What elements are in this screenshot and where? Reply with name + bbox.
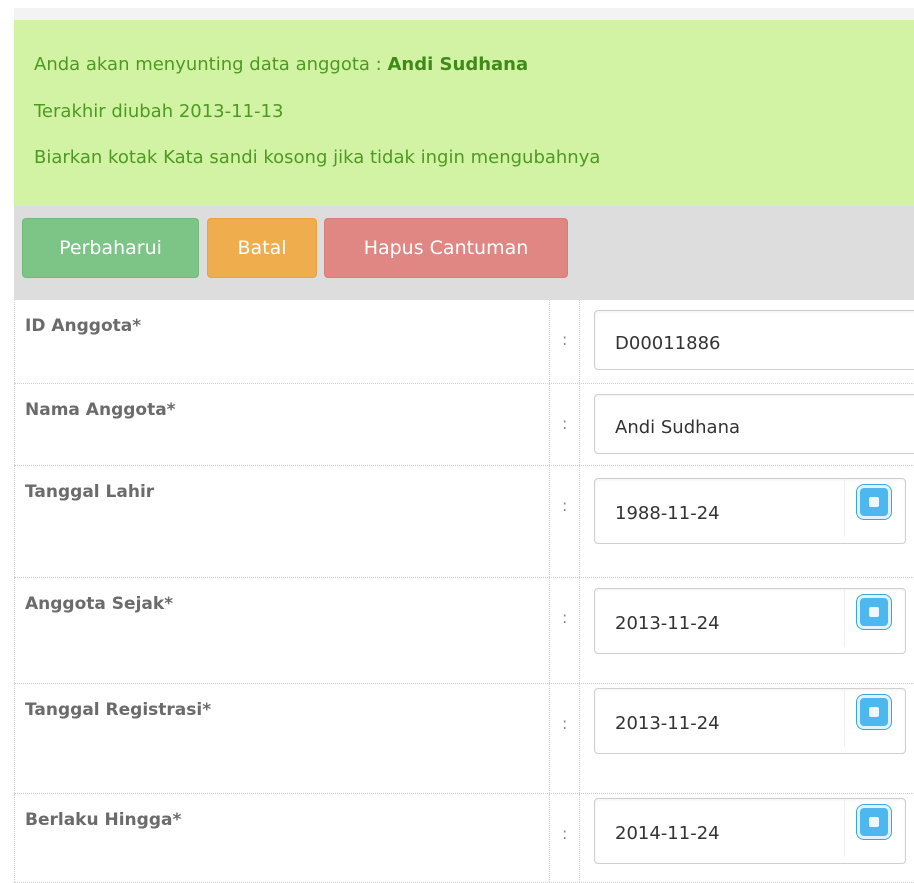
member-name: Andi Sudhana	[387, 54, 529, 75]
separator: :	[562, 824, 568, 843]
registration-date-input[interactable]: 2013-11-24	[595, 689, 845, 747]
separator-cell: :	[550, 300, 580, 383]
separator: :	[562, 714, 568, 733]
birth-date-field: 1988-11-24	[594, 478, 906, 544]
label-cell: ID Anggota*	[14, 300, 550, 383]
edit-notice: Anda akan menyunting data anggota : Andi…	[14, 20, 914, 206]
form-row-registration-date: Tanggal Registrasi* : 2013-11-24	[14, 684, 914, 794]
label-cell: Tanggal Registrasi*	[14, 684, 550, 793]
separator: :	[562, 496, 568, 515]
valid-until-field: 2014-11-24	[594, 798, 906, 864]
separator-cell: :	[550, 794, 580, 882]
valid-until-label: Berlaku Hingga*	[25, 810, 182, 830]
valid-until-input[interactable]: 2014-11-24	[595, 799, 845, 857]
separator-cell: :	[550, 384, 580, 465]
separator: :	[562, 608, 568, 627]
delete-record-button[interactable]: Hapus Cantuman	[324, 218, 568, 278]
member-edit-page: Anda akan menyunting data anggota : Andi…	[0, 0, 914, 883]
member-id-field[interactable]: D00011886	[594, 310, 914, 370]
top-divider	[14, 8, 914, 20]
registration-date-label: Tanggal Registrasi*	[25, 700, 212, 720]
update-button[interactable]: Perbaharui	[22, 218, 199, 278]
label-cell: Anggota Sejak*	[14, 578, 550, 683]
calendar-icon[interactable]	[857, 485, 891, 519]
member-since-field: 2013-11-24	[594, 588, 906, 654]
label-cell: Nama Anggota*	[14, 384, 550, 465]
member-name-field[interactable]: Andi Sudhana	[594, 394, 914, 454]
label-cell: Berlaku Hingga*	[14, 794, 550, 882]
separator-cell: :	[550, 684, 580, 793]
calendar-icon[interactable]	[857, 805, 891, 839]
member-id-label: ID Anggota*	[25, 316, 142, 336]
birth-date-input[interactable]: 1988-11-24	[595, 479, 845, 537]
calendar-icon[interactable]	[857, 695, 891, 729]
separator: :	[562, 330, 568, 349]
member-name-label: Nama Anggota*	[25, 400, 176, 420]
form-row-birth-date: Tanggal Lahir : 1988-11-24	[14, 466, 914, 578]
separator-cell: :	[550, 578, 580, 683]
form-row-member-name: Nama Anggota* : Andi Sudhana	[14, 384, 914, 466]
form-row-member-since: Anggota Sejak* : 2013-11-24	[14, 578, 914, 684]
separator: :	[562, 414, 568, 433]
registration-date-field: 2013-11-24	[594, 688, 906, 754]
form-row-member-id: ID Anggota* : D00011886	[14, 300, 914, 384]
action-bar: Perbaharui Batal Hapus Cantuman	[14, 206, 914, 300]
notice-editing-member: Anda akan menyunting data anggota : Andi…	[34, 54, 529, 75]
member-since-input[interactable]: 2013-11-24	[595, 589, 845, 647]
label-cell: Tanggal Lahir	[14, 466, 550, 577]
form-row-valid-until: Berlaku Hingga* : 2014-11-24	[14, 794, 914, 883]
separator-cell: :	[550, 466, 580, 577]
notice-last-modified: Terakhir diubah 2013-11-13	[34, 101, 284, 122]
member-since-label: Anggota Sejak*	[25, 594, 174, 614]
member-form: ID Anggota* : D00011886 Nama Anggota* : …	[14, 300, 914, 883]
notice-password-hint: Biarkan kotak Kata sandi kosong jika tid…	[34, 147, 601, 168]
birth-date-label: Tanggal Lahir	[25, 482, 155, 502]
calendar-icon[interactable]	[857, 595, 891, 629]
cancel-button[interactable]: Batal	[207, 218, 317, 278]
